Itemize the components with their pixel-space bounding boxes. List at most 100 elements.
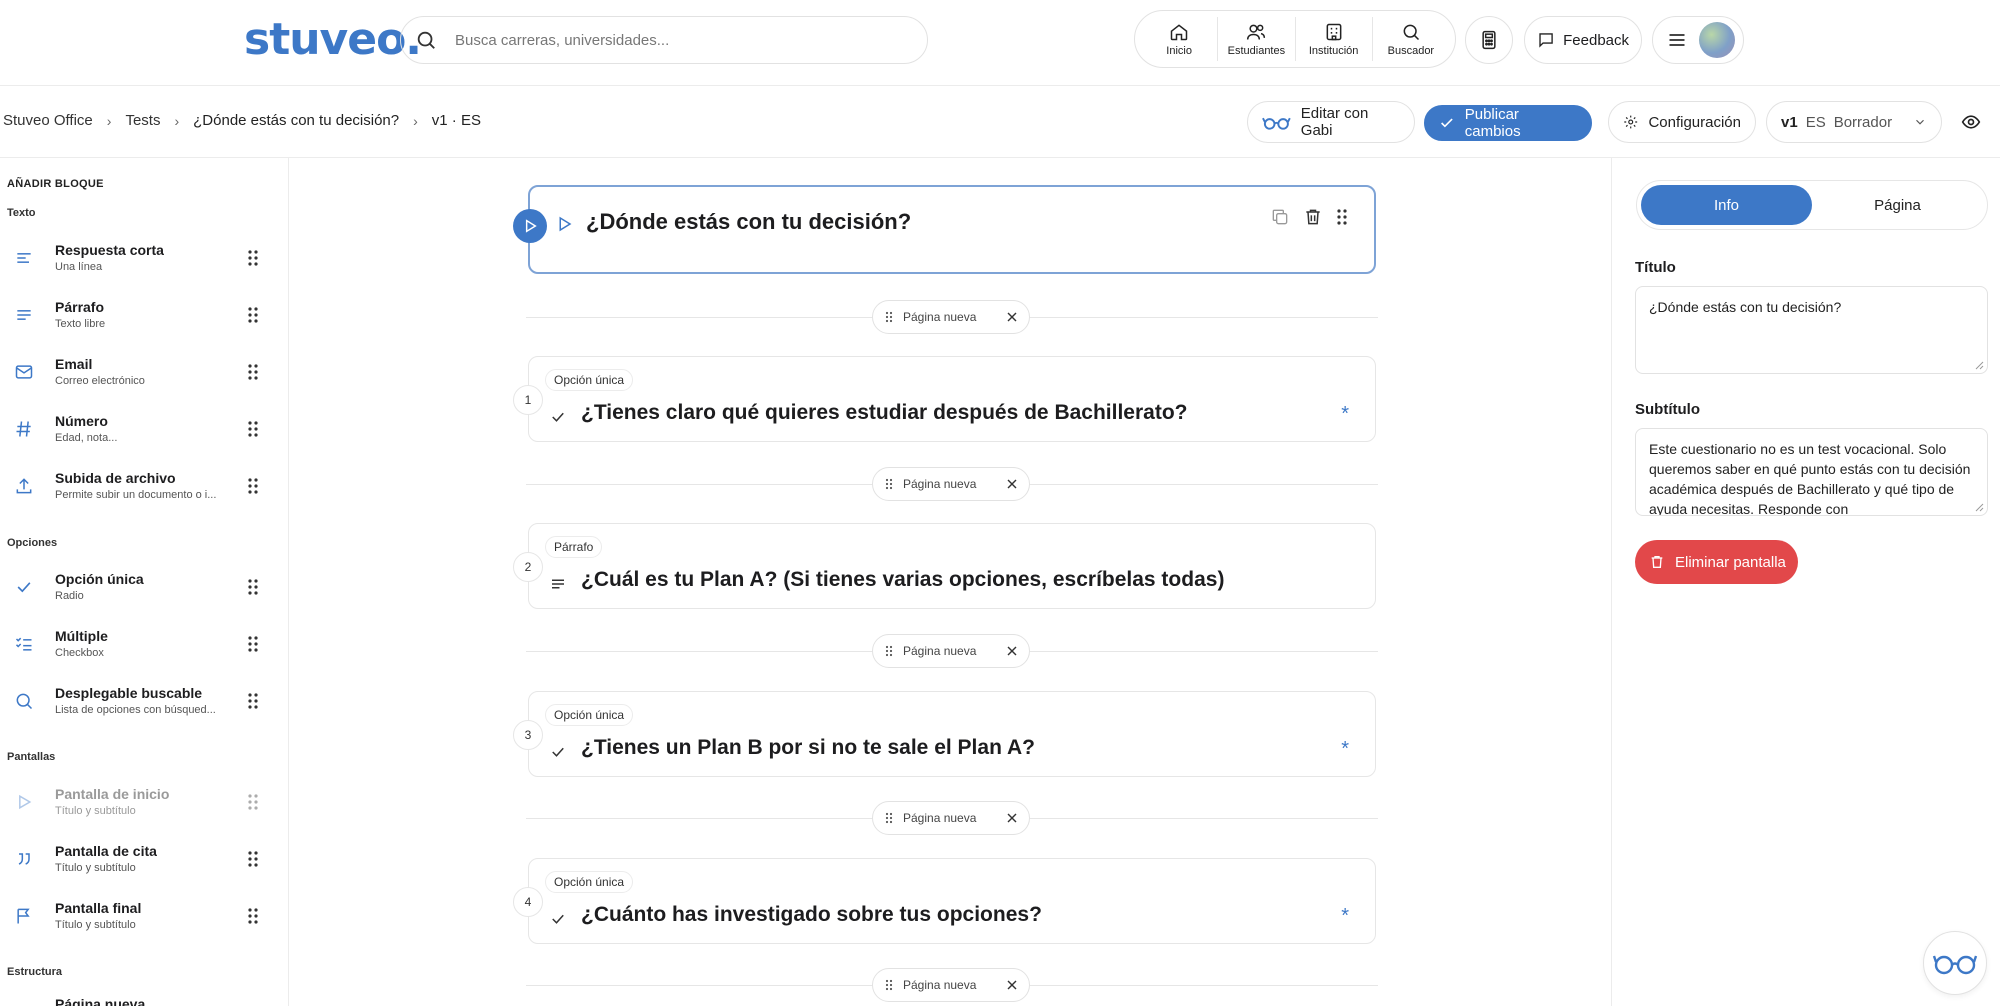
delete-screen-button[interactable]: Eliminar pantalla — [1635, 540, 1798, 584]
page-break-label: Página nueva — [903, 477, 977, 491]
drag-handle-icon[interactable] — [885, 478, 893, 490]
tab-info[interactable]: Info — [1641, 185, 1812, 225]
question-text: ¿Cuál es tu Plan A? (Si tienes varias op… — [581, 568, 1225, 591]
drag-handle-icon[interactable] — [247, 635, 259, 653]
block-new-page[interactable]: Página nueva — [0, 988, 288, 1006]
drag-handle-icon[interactable] — [247, 850, 259, 868]
trash-icon[interactable] — [1303, 207, 1323, 227]
search-input[interactable] — [455, 31, 895, 49]
block-end-screen[interactable]: Pantalla final Título y subtítulo — [0, 892, 288, 942]
page-break-chip[interactable]: Página nueva — [872, 467, 1030, 501]
edit-with-gabi-button[interactable]: Editar con Gabi — [1247, 101, 1415, 143]
drag-handle-icon[interactable] — [885, 645, 893, 657]
page-break-label: Página nueva — [903, 644, 977, 658]
question-card[interactable]: 2 Párrafo ¿Cuál es tu Plan A? (Si tienes… — [513, 523, 1376, 609]
required-marker: * — [1341, 905, 1349, 927]
question-card[interactable]: 1 Opción única ¿Tienes claro qué quieres… — [513, 356, 1376, 442]
close-icon[interactable] — [1007, 479, 1017, 489]
block-name: Pantalla final — [55, 900, 142, 916]
tab-pagina[interactable]: Página — [1812, 185, 1983, 225]
check-icon — [552, 412, 564, 422]
resize-handle-icon[interactable] — [1974, 360, 1984, 370]
close-icon[interactable] — [1007, 980, 1017, 990]
avatar[interactable] — [1699, 22, 1735, 58]
gabi-assistant-button[interactable] — [1923, 931, 1987, 995]
block-desc: Radio — [55, 590, 84, 602]
drag-handle-icon[interactable] — [247, 692, 259, 710]
question-number: 2 — [513, 552, 543, 582]
block-multiple[interactable]: Múltiple Checkbox — [0, 620, 288, 670]
block-email[interactable]: Email Correo electrónico — [0, 348, 288, 398]
page-break-chip[interactable]: Página nueva — [872, 801, 1030, 835]
block-short-answer[interactable]: Respuesta corta Una línea — [0, 234, 288, 284]
check-icon — [1441, 118, 1453, 128]
question-number: 3 — [513, 720, 543, 750]
question-card[interactable]: 3 Opción única ¿Tienes un Plan B por si … — [513, 691, 1376, 777]
title-label: Título — [1635, 259, 1676, 276]
breadcrumb: Stuveo Office › Tests › ¿Dónde estás con… — [3, 112, 481, 129]
block-desc: Una línea — [55, 261, 103, 273]
drag-handle-icon[interactable] — [247, 363, 259, 381]
version-select[interactable]: v1 ES Borrador — [1766, 101, 1942, 143]
drag-handle-icon[interactable] — [247, 477, 259, 495]
config-button[interactable]: Configuración — [1608, 101, 1756, 143]
nav-estudiantes[interactable]: Estudiantes — [1218, 17, 1296, 61]
close-icon[interactable] — [1007, 646, 1017, 656]
duplicate-icon[interactable] — [1270, 207, 1290, 227]
block-desc: Correo electrónico — [55, 375, 145, 387]
block-file-upload[interactable]: Subida de archivo Permite subir un docum… — [0, 462, 288, 512]
calculator-button[interactable] — [1465, 16, 1513, 64]
play-button[interactable] — [513, 209, 547, 243]
block-name: Múltiple — [55, 628, 108, 644]
drag-handle-icon[interactable] — [885, 979, 893, 991]
block-name: Número — [55, 413, 108, 429]
search-bar[interactable] — [400, 16, 928, 64]
welcome-screen-card[interactable]: ¿Dónde estás con tu decisión? — [513, 185, 1376, 274]
checklist-icon — [15, 637, 32, 651]
nav-label: Estudiantes — [1227, 44, 1286, 57]
close-icon[interactable] — [1007, 813, 1017, 823]
drag-handle-icon[interactable] — [1336, 207, 1348, 227]
block-single-choice[interactable]: Opción única Radio — [0, 563, 288, 613]
drag-handle-icon[interactable] — [247, 249, 259, 267]
question-number: 1 — [513, 385, 543, 415]
question-text: ¿Cuánto has investigado sobre tus opcion… — [581, 903, 1042, 926]
drag-handle-icon[interactable] — [247, 578, 259, 596]
glasses-icon — [1262, 117, 1291, 130]
nav-institucion[interactable]: Institución — [1296, 17, 1373, 61]
main-nav: Inicio Estudiantes Institución Buscador — [1134, 10, 1456, 68]
breadcrumb-item[interactable]: Stuveo Office — [3, 112, 93, 129]
nav-inicio[interactable]: Inicio — [1141, 17, 1219, 61]
page-break-label: Página nueva — [903, 310, 977, 324]
question-card[interactable]: 4 Opción única ¿Cuánto has investigado s… — [513, 858, 1376, 944]
block-paragraph[interactable]: Párrafo Texto libre — [0, 291, 288, 341]
close-icon[interactable] — [1007, 312, 1017, 322]
drag-handle-icon[interactable] — [247, 907, 259, 925]
block-name: Párrafo — [55, 299, 105, 315]
publish-button[interactable]: Publicar cambios — [1424, 105, 1592, 141]
page-break-chip[interactable]: Página nueva — [872, 634, 1030, 668]
drag-handle-icon[interactable] — [885, 812, 893, 824]
block-quote-screen[interactable]: Pantalla de cita Título y subtítulo — [0, 835, 288, 885]
users-icon — [1247, 24, 1266, 40]
feedback-button[interactable]: Feedback — [1524, 16, 1642, 64]
user-menu-button[interactable] — [1652, 16, 1744, 64]
nav-buscador[interactable]: Buscador — [1373, 17, 1449, 61]
page-break-chip[interactable]: Página nueva — [872, 968, 1030, 1002]
stuveo-logo[interactable]: stuveo. — [244, 14, 422, 65]
resize-handle-icon[interactable] — [1974, 502, 1984, 512]
page-break-chip[interactable]: Página nueva — [872, 300, 1030, 334]
breadcrumb-item[interactable]: Tests — [125, 112, 160, 129]
drag-handle-icon[interactable] — [247, 420, 259, 438]
title-field[interactable]: ¿Dónde estás con tu decisión? — [1635, 286, 1988, 374]
welcome-title: ¿Dónde estás con tu decisión? — [586, 209, 912, 234]
breadcrumb-item[interactable]: ¿Dónde estás con tu decisión? — [193, 112, 399, 129]
preview-button[interactable] — [1951, 101, 1991, 143]
quote-icon — [18, 853, 30, 865]
drag-handle-icon[interactable] — [247, 306, 259, 324]
subtitle-field[interactable]: Este cuestionario no es un test vocacion… — [1635, 428, 1988, 516]
block-number[interactable]: Número Edad, nota... — [0, 405, 288, 455]
block-desc: Edad, nota... — [55, 432, 118, 444]
block-searchable-dropdown[interactable]: Desplegable buscable Lista de opciones c… — [0, 677, 288, 727]
drag-handle-icon[interactable] — [885, 311, 893, 323]
